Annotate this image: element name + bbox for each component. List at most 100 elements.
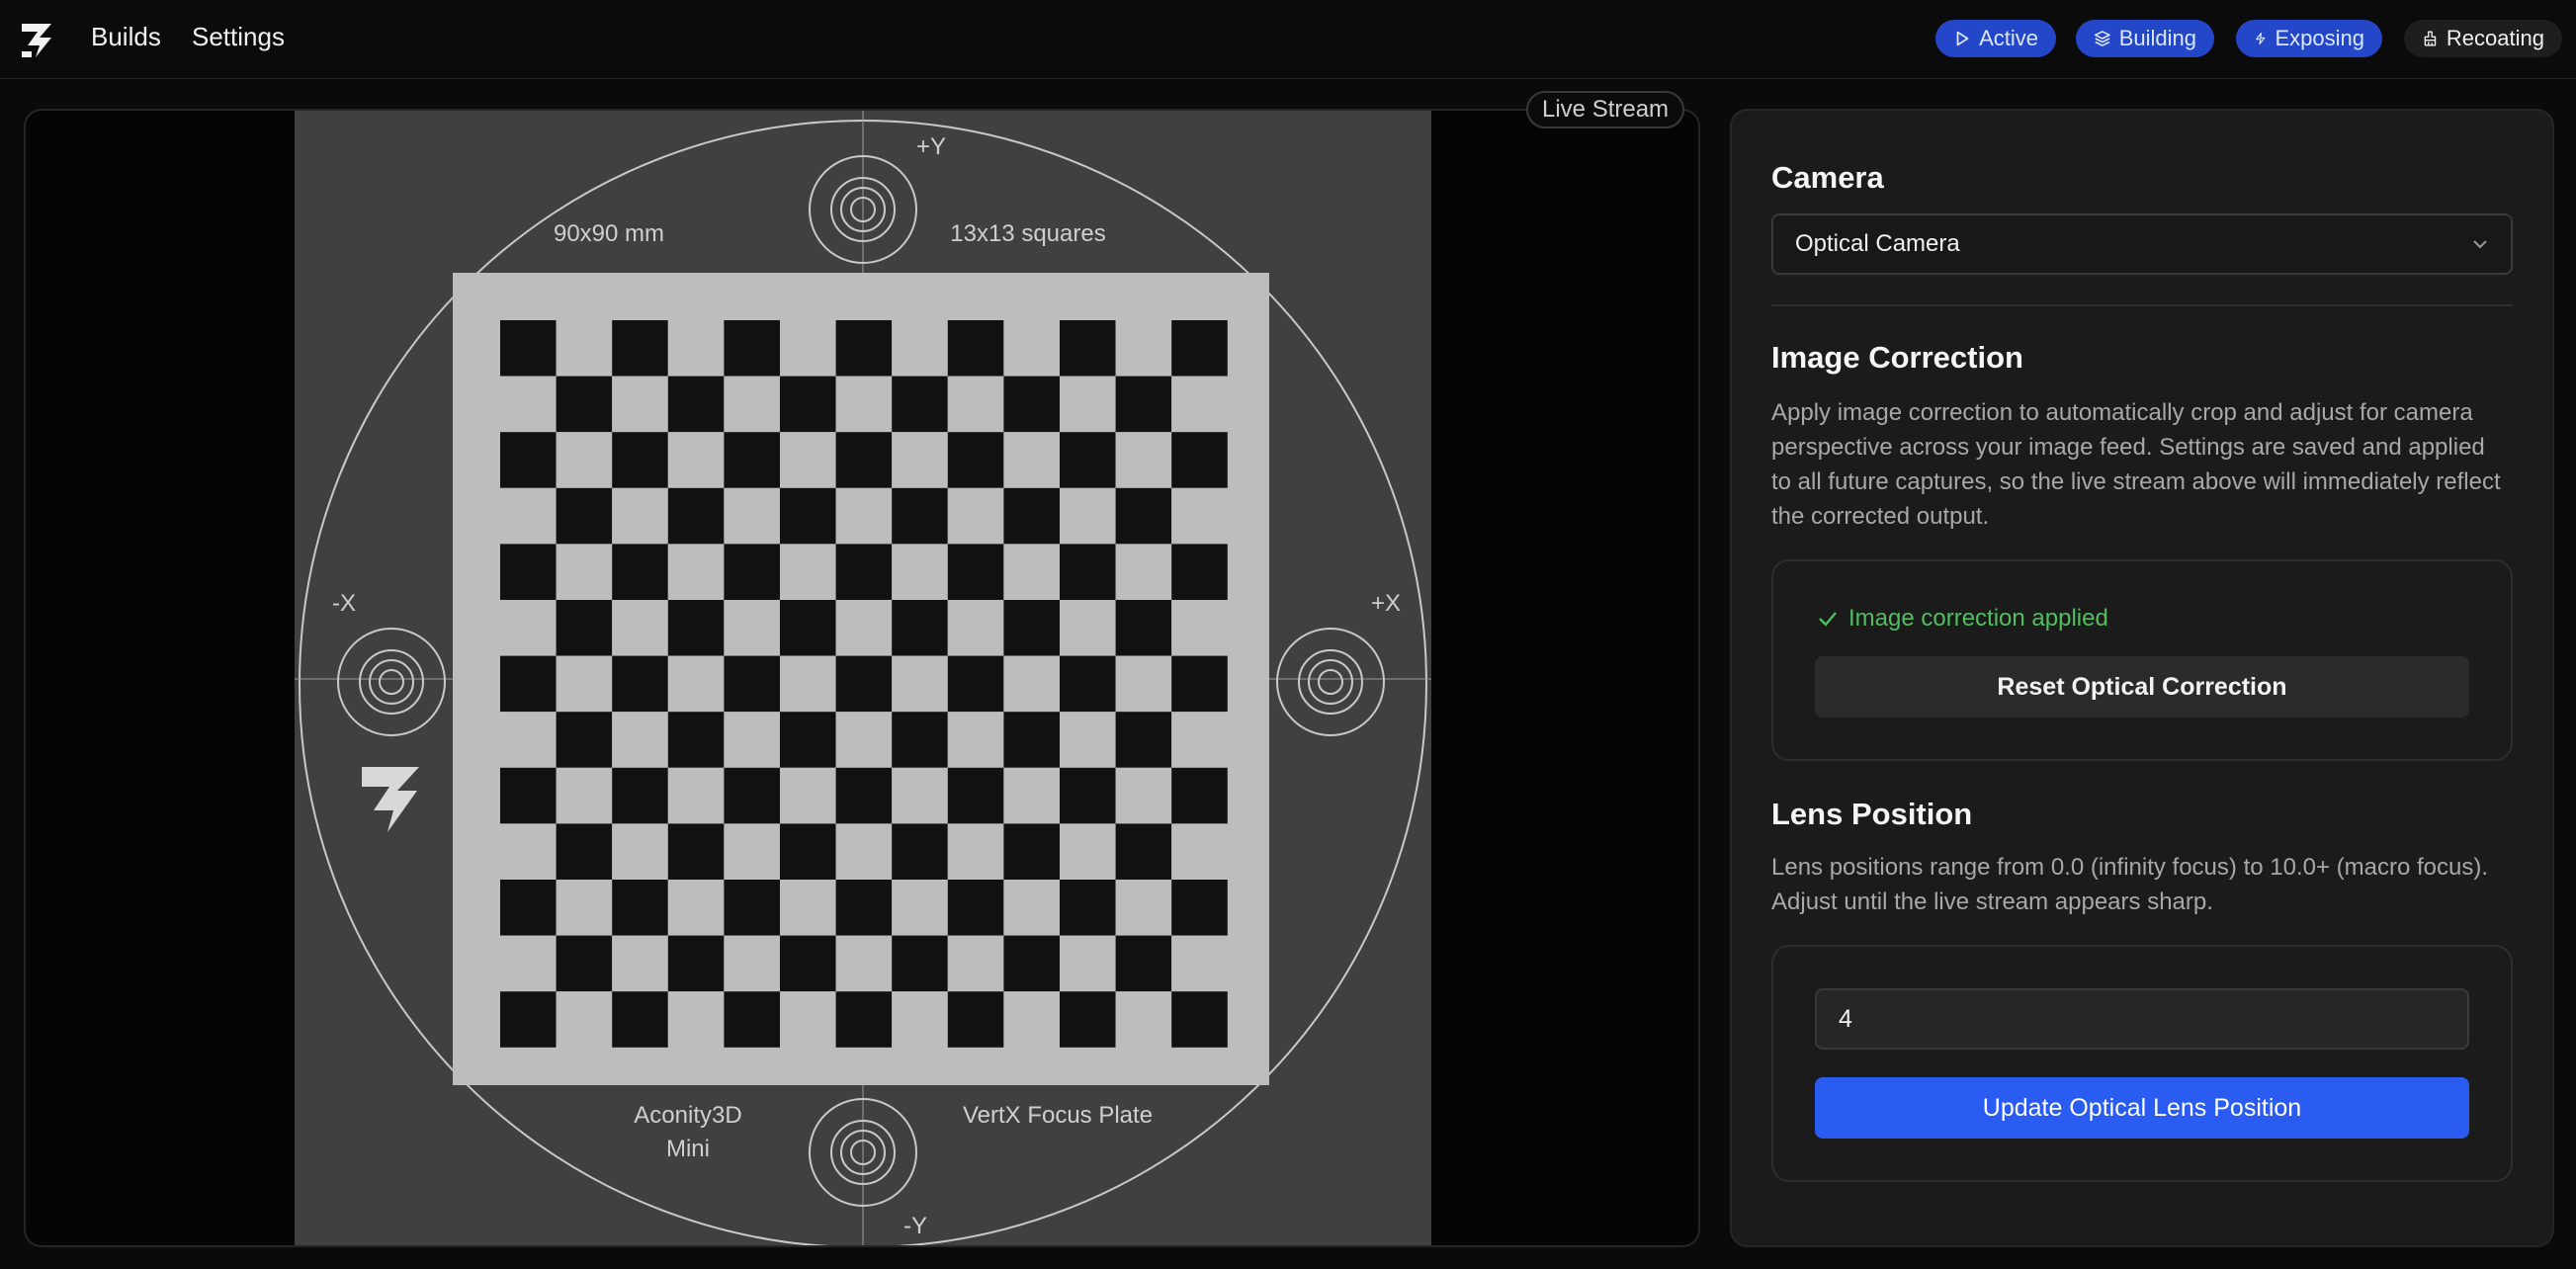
- checker-square: [1060, 767, 1116, 824]
- checker-square: [724, 376, 780, 433]
- plate-name-text: VertX Focus Plate: [963, 1102, 1153, 1129]
- nav-builds[interactable]: Builds: [91, 22, 161, 52]
- checker-square: [1115, 376, 1172, 433]
- checker-square: [1171, 880, 1228, 936]
- checker-square: [612, 376, 668, 433]
- checker-square: [556, 712, 613, 768]
- checker-square: [1115, 432, 1172, 488]
- checker-square: [724, 487, 780, 545]
- checker-square: [780, 935, 836, 992]
- status-exposing-badge[interactable]: Exposing: [2236, 20, 2382, 57]
- checker-square: [667, 880, 725, 936]
- lens-position-description: Lens positions range from 0.0 (infinity …: [1771, 854, 2489, 915]
- checker-square: [947, 712, 1004, 768]
- checker-square: [1003, 432, 1060, 488]
- checker-square: [500, 320, 557, 377]
- checker-square: [556, 991, 613, 1048]
- checker-square: [1003, 712, 1060, 768]
- update-lens-button[interactable]: Update Optical Lens Position: [1815, 1077, 2469, 1139]
- nav-settings[interactable]: Settings: [192, 22, 285, 52]
- camera-select[interactable]: Optical Camera: [1771, 213, 2513, 275]
- checker-square: [835, 880, 893, 936]
- app-logo-icon[interactable]: [18, 18, 57, 61]
- checker-square: [724, 935, 780, 992]
- checker-square: [1115, 600, 1172, 656]
- checker-square: [780, 991, 836, 1048]
- checker-square: [1003, 880, 1060, 936]
- checker-square: [1060, 432, 1116, 488]
- reset-correction-button[interactable]: Reset Optical Correction: [1815, 656, 2469, 718]
- checker-square: [1003, 767, 1060, 824]
- checker-square: [1115, 991, 1172, 1048]
- checker-square: [780, 712, 836, 768]
- brush-icon: [2424, 31, 2437, 46]
- checker-square: [892, 376, 948, 433]
- checker-square: [556, 823, 613, 880]
- checker-square: [1115, 320, 1172, 377]
- checker-square: [667, 991, 725, 1048]
- checker-square: [1003, 823, 1060, 880]
- checker-square: [835, 376, 893, 433]
- checker-square: [947, 544, 1004, 600]
- checker-square: [612, 991, 668, 1048]
- checker-square: [947, 487, 1004, 545]
- checker-square: [556, 544, 613, 600]
- status-active-badge[interactable]: Active: [1935, 20, 2056, 57]
- plate-size-text: 90x90 mm: [554, 220, 664, 247]
- image-correction-heading: Image Correction: [1771, 340, 2023, 375]
- checker-square: [892, 712, 948, 768]
- status-building-badge[interactable]: Building: [2076, 20, 2214, 57]
- checker-square: [500, 376, 557, 433]
- checker-square: [892, 880, 948, 936]
- checker-square: [724, 544, 780, 600]
- checker-square: [1003, 320, 1060, 377]
- status-building-label: Building: [2118, 26, 2196, 50]
- checker-square: [1003, 655, 1060, 713]
- status-recoating-badge[interactable]: Recoating: [2404, 20, 2562, 57]
- section-divider: [1771, 304, 2513, 306]
- checker-square: [947, 880, 1004, 936]
- status-recoating-label: Recoating: [2446, 26, 2544, 50]
- checker-square: [556, 487, 613, 545]
- checker-square: [1171, 823, 1228, 880]
- correction-status: Image correction applied: [1817, 605, 2108, 633]
- lens-position-input[interactable]: 4: [1815, 988, 2469, 1050]
- image-correction-box: Image correction applied Reset Optical C…: [1771, 559, 2513, 761]
- checker-square: [947, 767, 1004, 824]
- camera-heading: Camera: [1771, 160, 1884, 195]
- checker-square: [667, 712, 725, 768]
- checker-square: [667, 544, 725, 600]
- checker-square: [1171, 991, 1228, 1048]
- checker-square: [892, 655, 948, 713]
- camera-settings-panel: Camera Optical Camera Image Correction A…: [1730, 109, 2554, 1247]
- checker-square: [1115, 935, 1172, 992]
- checker-square: [835, 544, 893, 600]
- checker-square: [1003, 935, 1060, 992]
- checker-square: [1115, 487, 1172, 545]
- checker-square: [1060, 376, 1116, 433]
- checker-square: [667, 823, 725, 880]
- axis-plus-x-label: +X: [1371, 590, 1401, 617]
- checker-square: [1060, 991, 1116, 1048]
- checker-square: [892, 823, 948, 880]
- checker-square: [724, 432, 780, 488]
- live-stream-image: 90x90 mm 13x13 squares +Y -Y +X -X Aconi…: [295, 111, 1431, 1245]
- image-correction-description: Apply image correction to automatically …: [1771, 399, 2501, 530]
- checker-square: [667, 767, 725, 824]
- checker-square: [1171, 376, 1228, 433]
- checker-square: [1171, 544, 1228, 600]
- checker-square: [556, 600, 613, 656]
- checker-square: [947, 432, 1004, 488]
- checker-square: [724, 767, 780, 824]
- live-stream-label: Live Stream: [1526, 91, 1685, 128]
- checker-square: [1060, 880, 1116, 936]
- checker-square: [612, 712, 668, 768]
- checker-square: [500, 880, 557, 936]
- checker-square: [1115, 544, 1172, 600]
- checker-square: [780, 823, 836, 880]
- lens-position-box: 4 Update Optical Lens Position: [1771, 945, 2513, 1182]
- checker-square: [612, 655, 668, 713]
- lightning-icon: [2256, 32, 2266, 45]
- checker-square: [724, 320, 780, 377]
- checker-square: [780, 880, 836, 936]
